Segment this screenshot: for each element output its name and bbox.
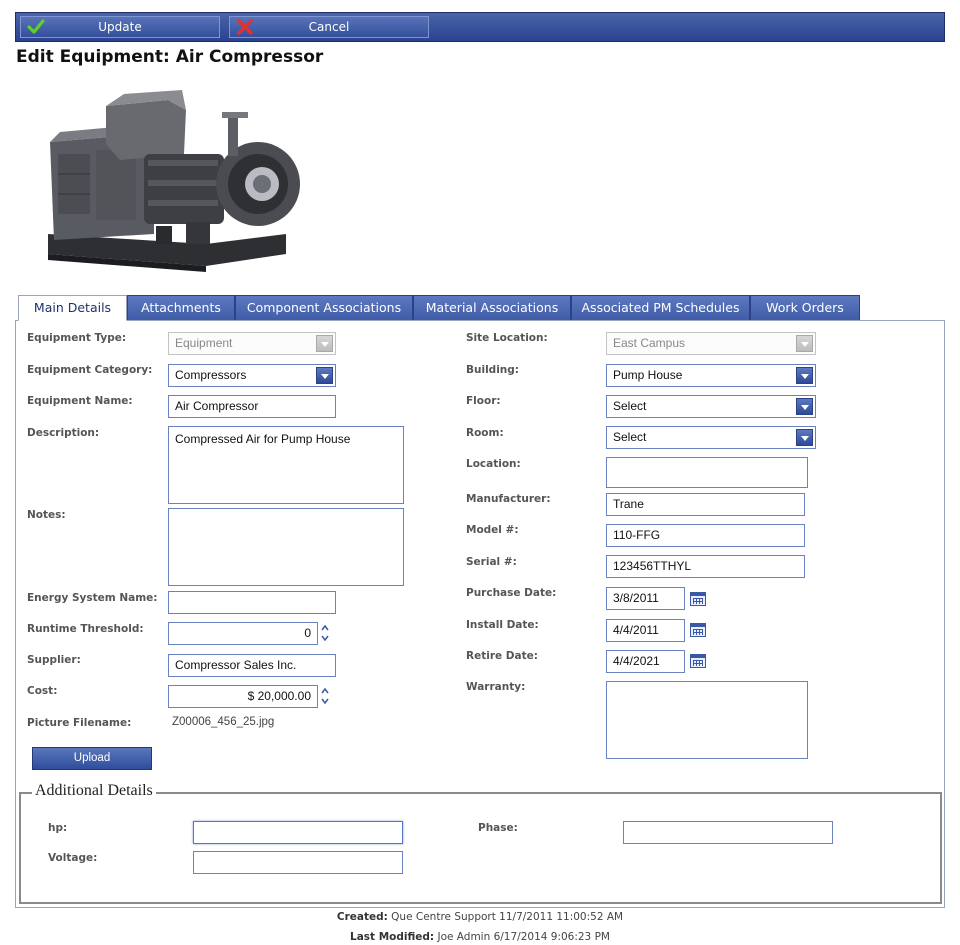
modified-label: Last Modified: (350, 931, 435, 943)
tab-material-associations[interactable]: Material Associations (413, 295, 571, 321)
manufacturer-label: Manufacturer: (466, 493, 551, 505)
chevron-down-icon (796, 429, 813, 446)
manufacturer-input[interactable]: Trane (606, 493, 805, 516)
description-textarea[interactable]: Compressed Air for Pump House (168, 426, 404, 504)
notes-textarea[interactable] (168, 508, 404, 586)
picture-filename-label: Picture Filename: (27, 717, 132, 729)
voltage-input[interactable] (193, 851, 403, 874)
chevron-down-icon (796, 398, 813, 415)
phase-label: Phase: (478, 822, 518, 834)
equipment-name-input[interactable]: Air Compressor (168, 395, 336, 418)
install-date-input[interactable]: 4/4/2011 (606, 619, 685, 642)
cost-label: Cost: (27, 685, 58, 697)
equipment-category-value: Compressors (175, 368, 247, 382)
notes-label: Notes: (27, 509, 66, 521)
floor-label: Floor: (466, 395, 501, 407)
modified-info: Last Modified: Joe Admin 6/17/2014 9:06:… (0, 931, 960, 943)
serial-input[interactable]: 123456TTHYL (606, 555, 805, 578)
created-info: Created: Que Centre Support 11/7/2011 11… (0, 911, 960, 923)
warranty-label: Warranty: (466, 681, 526, 693)
calendar-icon[interactable] (690, 592, 706, 606)
spinner-arrows-icon[interactable] (320, 685, 330, 707)
equipment-type-select[interactable]: Equipment (168, 332, 336, 355)
location-label: Location: (466, 458, 521, 470)
building-label: Building: (466, 364, 519, 376)
site-location-value: East Campus (613, 336, 686, 350)
checkmark-icon (27, 19, 45, 34)
phase-input[interactable] (623, 821, 833, 844)
chevron-down-icon (796, 335, 813, 352)
chevron-down-icon (796, 367, 813, 384)
cancel-label: Cancel (308, 20, 350, 34)
tab-attachments[interactable]: Attachments (127, 295, 235, 321)
x-icon (237, 19, 253, 35)
hp-label: hp: (48, 822, 68, 834)
install-date-label: Install Date: (466, 619, 539, 631)
tab-component-associations[interactable]: Component Associations (235, 295, 413, 321)
hp-input[interactable] (193, 821, 403, 844)
equipment-category-label: Equipment Category: (27, 364, 153, 376)
equipment-photo (48, 90, 300, 272)
tab-main-details[interactable]: Main Details (18, 295, 127, 321)
calendar-icon[interactable] (690, 623, 706, 637)
model-input[interactable]: 110-FFG (606, 524, 805, 547)
page-title: Edit Equipment: Air Compressor (16, 47, 324, 67)
chevron-down-icon (316, 335, 333, 352)
created-value: Que Centre Support 11/7/2011 11:00:52 AM (391, 911, 624, 923)
floor-value: Select (613, 399, 647, 413)
energy-system-name-input[interactable] (168, 591, 336, 614)
warranty-textarea[interactable] (606, 681, 808, 759)
energy-system-name-label: Energy System Name: (27, 592, 158, 604)
upload-button[interactable]: Upload (32, 747, 152, 770)
room-label: Room: (466, 427, 504, 439)
additional-details-legend: Additional Details (32, 782, 156, 800)
runtime-threshold-label: Runtime Threshold: (27, 623, 144, 635)
serial-label: Serial #: (466, 556, 517, 568)
building-select[interactable]: Pump House (606, 364, 816, 387)
additional-details-fieldset (19, 792, 942, 904)
description-label: Description: (27, 427, 100, 439)
equipment-type-label: Equipment Type: (27, 332, 127, 344)
tab-associated-pm-schedules[interactable]: Associated PM Schedules (571, 295, 750, 321)
modified-value: Joe Admin 6/17/2014 9:06:23 PM (437, 931, 610, 943)
cancel-button[interactable]: Cancel (229, 16, 429, 38)
created-label: Created: (336, 911, 388, 923)
toolbar: Update Cancel (15, 12, 945, 42)
calendar-icon[interactable] (690, 654, 706, 668)
tab-work-orders[interactable]: Work Orders (750, 295, 860, 321)
purchase-date-label: Purchase Date: (466, 587, 557, 599)
room-value: Select (613, 430, 647, 444)
floor-select[interactable]: Select (606, 395, 816, 418)
update-label: Update (98, 20, 142, 34)
equipment-name-label: Equipment Name: (27, 395, 133, 407)
building-value: Pump House (613, 368, 683, 382)
model-label: Model #: (466, 524, 519, 536)
site-location-select[interactable]: East Campus (606, 332, 816, 355)
retire-date-label: Retire Date: (466, 650, 538, 662)
purchase-date-input[interactable]: 3/8/2011 (606, 587, 685, 610)
supplier-label: Supplier: (27, 654, 81, 666)
location-input[interactable] (606, 457, 808, 488)
cost-input[interactable]: $ 20,000.00 (168, 685, 318, 708)
update-button[interactable]: Update (20, 16, 220, 38)
runtime-threshold-input[interactable]: 0 (168, 622, 318, 645)
chevron-down-icon (316, 367, 333, 384)
picture-filename-value: Z00006_456_25.jpg (172, 716, 275, 728)
site-location-label: Site Location: (466, 332, 548, 344)
room-select[interactable]: Select (606, 426, 816, 449)
voltage-label: Voltage: (48, 852, 98, 864)
equipment-type-value: Equipment (175, 336, 233, 350)
retire-date-input[interactable]: 4/4/2021 (606, 650, 685, 673)
supplier-input[interactable]: Compressor Sales Inc. (168, 654, 336, 677)
spinner-arrows-icon[interactable] (320, 622, 330, 644)
equipment-category-select[interactable]: Compressors (168, 364, 336, 387)
